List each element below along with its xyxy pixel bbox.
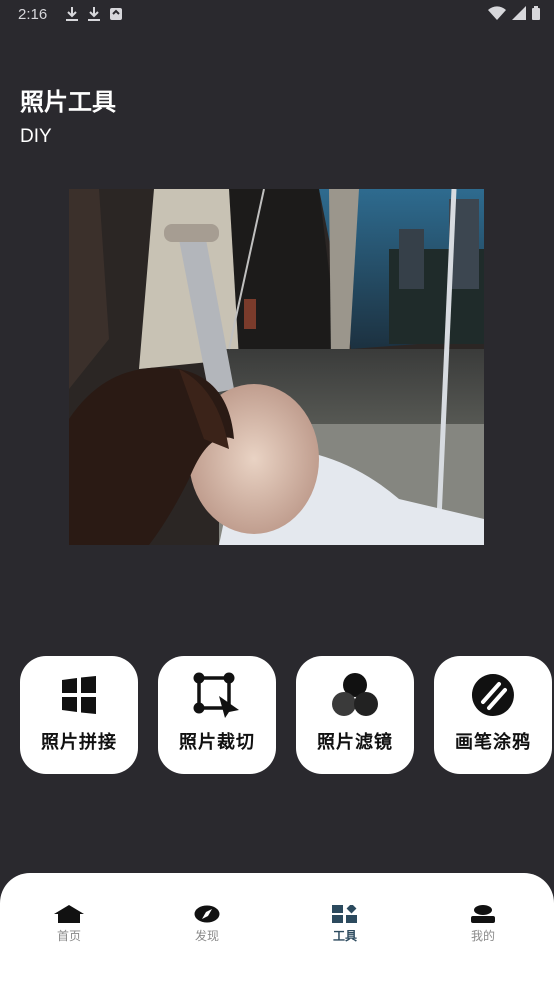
- tool-label: 画笔涂鸦: [455, 732, 531, 753]
- tool-photo-filter[interactable]: 照片滤镜: [296, 656, 414, 774]
- nav-label: 首页: [56, 929, 81, 943]
- grid-icon: [62, 676, 96, 714]
- nav-item-profile[interactable]: 我的: [414, 903, 552, 953]
- app-notification-icon: [110, 8, 122, 20]
- wifi-icon: [488, 6, 506, 20]
- signal-icon: [512, 6, 526, 20]
- nav-label: 工具: [332, 929, 357, 943]
- home-icon: [54, 905, 84, 923]
- tools-icon: [332, 905, 357, 923]
- nav-label: 我的: [470, 929, 495, 943]
- tool-photo-crop[interactable]: 照片裁切: [158, 656, 276, 774]
- compass-icon: [194, 905, 220, 923]
- featured-photo: [69, 189, 484, 545]
- crop-icon: [193, 672, 239, 718]
- bottom-nav: 首页 发现 工具 我的: [0, 873, 554, 984]
- page-title: 照片工具: [20, 89, 116, 116]
- tool-label: 照片滤镜: [317, 732, 393, 753]
- user-icon: [471, 905, 495, 923]
- nav-item-tools[interactable]: 工具: [276, 903, 414, 953]
- tool-list: 照片拼接 照片裁切 照片滤镜 画笔涂鸦: [20, 656, 554, 774]
- download-icon: [66, 7, 78, 21]
- tool-label: 照片裁切: [179, 732, 255, 753]
- status-time: 2:16: [18, 6, 48, 23]
- tool-label: 照片拼接: [41, 732, 117, 753]
- nav-item-home[interactable]: 首页: [0, 903, 138, 953]
- tool-brush-doodle[interactable]: 画笔涂鸦: [434, 656, 552, 774]
- tool-photo-collage[interactable]: 照片拼接: [20, 656, 138, 774]
- battery-icon: [532, 6, 540, 20]
- nav-label: 发现: [194, 929, 219, 943]
- download-icon: [88, 7, 100, 21]
- brush-icon: [471, 674, 514, 716]
- page-subtitle: DIY: [20, 126, 52, 147]
- filter-circles-icon: [332, 673, 378, 716]
- nav-item-discover[interactable]: 发现: [138, 903, 276, 953]
- status-bar: 2:16: [0, 0, 554, 30]
